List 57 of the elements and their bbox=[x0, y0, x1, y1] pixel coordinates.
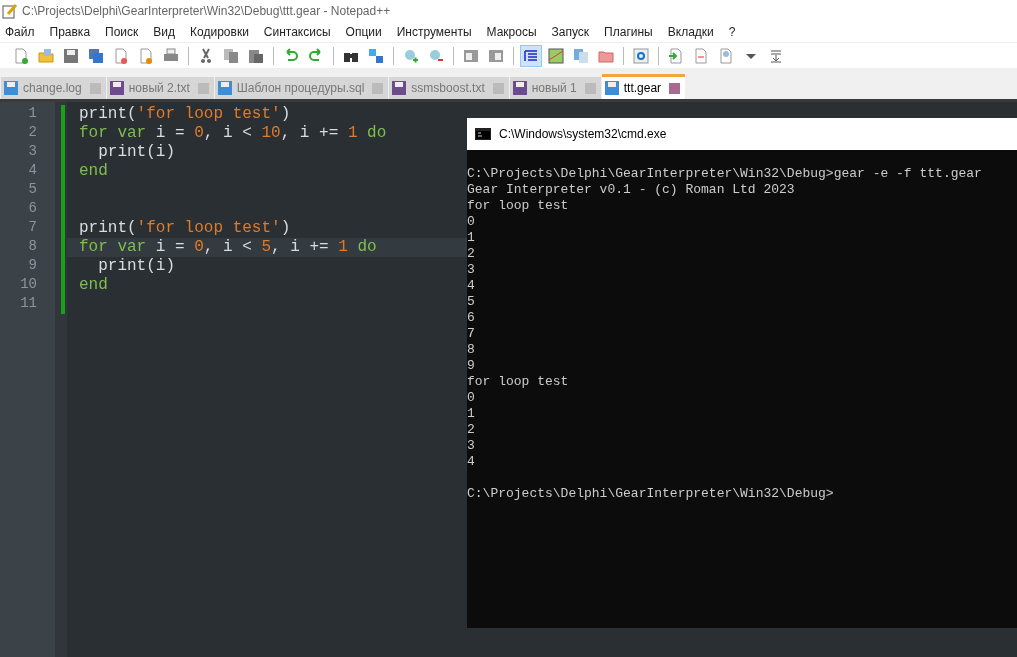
console-title: C:\Windows\system32\cmd.exe bbox=[499, 127, 667, 141]
line-number: 6 bbox=[27, 200, 38, 218]
console-line: 5 bbox=[467, 294, 476, 310]
line-number: 2 bbox=[27, 124, 38, 142]
code-line: for var i = 0, i < 10, i += 1 do bbox=[79, 124, 387, 143]
code-line: end bbox=[79, 276, 108, 295]
menu-item[interactable]: Инструменты bbox=[396, 25, 472, 39]
menu-item[interactable]: Вкладки bbox=[667, 25, 714, 39]
menu-item[interactable]: Опции bbox=[345, 25, 382, 39]
menu-item[interactable]: Макросы bbox=[486, 25, 537, 39]
console-line: 7 bbox=[467, 326, 476, 342]
line-number: 4 bbox=[27, 162, 38, 180]
word-wrap-icon[interactable] bbox=[520, 44, 542, 67]
line-number: 9 bbox=[27, 257, 38, 275]
console-line: C:\Projects\Delphi\GearInterpreter\Win32\Debug> bbox=[467, 486, 835, 502]
menu-item[interactable]: Правка bbox=[49, 25, 91, 39]
console-line: C:\Projects\Delphi\GearInterpreter\Win32\Debug>gear -e -f ttt.gear bbox=[467, 166, 983, 182]
menu-item[interactable]: Вид bbox=[153, 25, 176, 39]
menu-item[interactable]: Поиск bbox=[105, 25, 139, 39]
line-number: 8 bbox=[27, 238, 38, 256]
console-line: 1 bbox=[467, 230, 476, 246]
console-line: Gear Interpreter v0.1 - (c) Roman Ltd 2023 bbox=[467, 182, 796, 198]
console-line: 9 bbox=[467, 358, 476, 374]
line-number: 10 bbox=[19, 276, 38, 294]
menu-item[interactable]: ? bbox=[728, 25, 736, 39]
console-line: 4 bbox=[467, 278, 476, 294]
console-line: 3 bbox=[467, 438, 476, 454]
file-tab[interactable]: ttt.gear bbox=[601, 74, 686, 99]
menu-item[interactable]: Плагины bbox=[604, 25, 653, 39]
console-line: 6 bbox=[467, 310, 476, 326]
line-number: 1 bbox=[27, 105, 38, 123]
console-line: 0 bbox=[467, 390, 476, 406]
console-line: 3 bbox=[467, 262, 476, 278]
code-line: print(i) bbox=[97, 257, 175, 276]
console-line: for loop test bbox=[467, 198, 570, 214]
console-line: 0 bbox=[467, 214, 476, 230]
console-line: 1 bbox=[467, 406, 476, 422]
code-line: for var i = 0, i < 5, i += 1 do bbox=[79, 238, 377, 257]
console-line: 2 bbox=[467, 422, 476, 438]
line-number: 5 bbox=[27, 181, 38, 199]
line-number: 3 bbox=[27, 143, 38, 161]
menu-item[interactable]: Синтаксисы bbox=[263, 25, 331, 39]
code-line: print(i) bbox=[97, 143, 175, 162]
line-number: 11 bbox=[19, 295, 38, 313]
console-line: 8 bbox=[467, 342, 476, 358]
code-line: print('for loop test') bbox=[79, 219, 291, 238]
console-line: 4 bbox=[467, 454, 476, 470]
console-line: for loop test bbox=[467, 374, 570, 390]
code-line: end bbox=[79, 162, 108, 181]
menu-item[interactable]: Запуск bbox=[551, 25, 590, 39]
line-number: 7 bbox=[27, 219, 38, 237]
menu-item[interactable]: Кодировки bbox=[190, 25, 249, 39]
menu-item[interactable]: Файл bbox=[5, 25, 35, 39]
console-line: 2 bbox=[467, 246, 476, 262]
console-icon bbox=[475, 128, 491, 140]
code-line: print('for loop test') bbox=[79, 105, 291, 124]
window-title: C:\Projects\Delphi\GearInterpreter\Win32\Debug\ttt.gear - Notepad++ bbox=[22, 4, 391, 18]
